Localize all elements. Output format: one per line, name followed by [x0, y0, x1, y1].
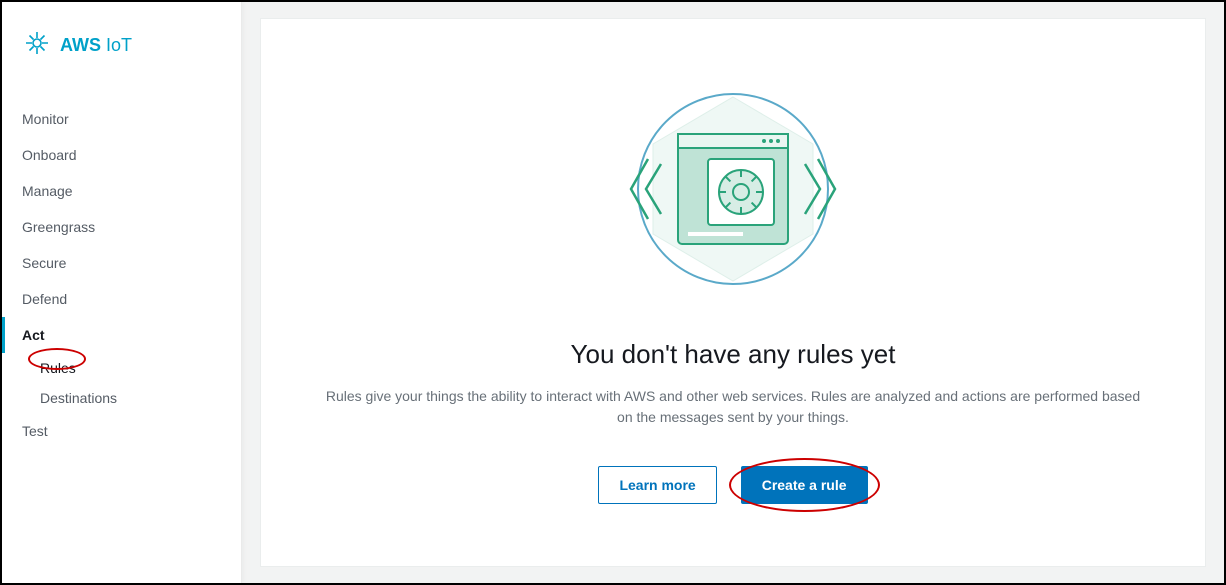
nav-rules[interactable]: Rules — [20, 353, 96, 383]
nav-monitor[interactable]: Monitor — [2, 101, 241, 137]
empty-state-panel: You don't have any rules yet Rules give … — [260, 18, 1206, 567]
nav-test[interactable]: Test — [2, 413, 241, 449]
button-row: Learn more Create a rule — [598, 466, 867, 504]
empty-state-description: Rules give your things the ability to in… — [318, 386, 1148, 428]
brand-logo[interactable]: AWS IoT — [2, 2, 241, 81]
nav-destinations[interactable]: Destinations — [20, 383, 241, 413]
aws-iot-icon — [24, 30, 50, 61]
nav-greengrass[interactable]: Greengrass — [2, 209, 241, 245]
brand-text: AWS IoT — [60, 35, 132, 56]
main-content: You don't have any rules yet Rules give … — [242, 2, 1224, 583]
nav-act[interactable]: Act — [2, 317, 241, 353]
rules-illustration-icon — [603, 79, 863, 299]
nav-defend[interactable]: Defend — [2, 281, 241, 317]
learn-more-button[interactable]: Learn more — [598, 466, 716, 504]
sidebar: AWS IoT Monitor Onboard Manage Greengras… — [2, 2, 242, 583]
nav-secure[interactable]: Secure — [2, 245, 241, 281]
nav-act-children: Rules Destinations — [2, 353, 241, 413]
nav-onboard[interactable]: Onboard — [2, 137, 241, 173]
nav-manage[interactable]: Manage — [2, 173, 241, 209]
create-rule-button[interactable]: Create a rule — [741, 466, 868, 504]
nav: Monitor Onboard Manage Greengrass Secure… — [2, 81, 241, 469]
empty-state-title: You don't have any rules yet — [571, 339, 896, 370]
